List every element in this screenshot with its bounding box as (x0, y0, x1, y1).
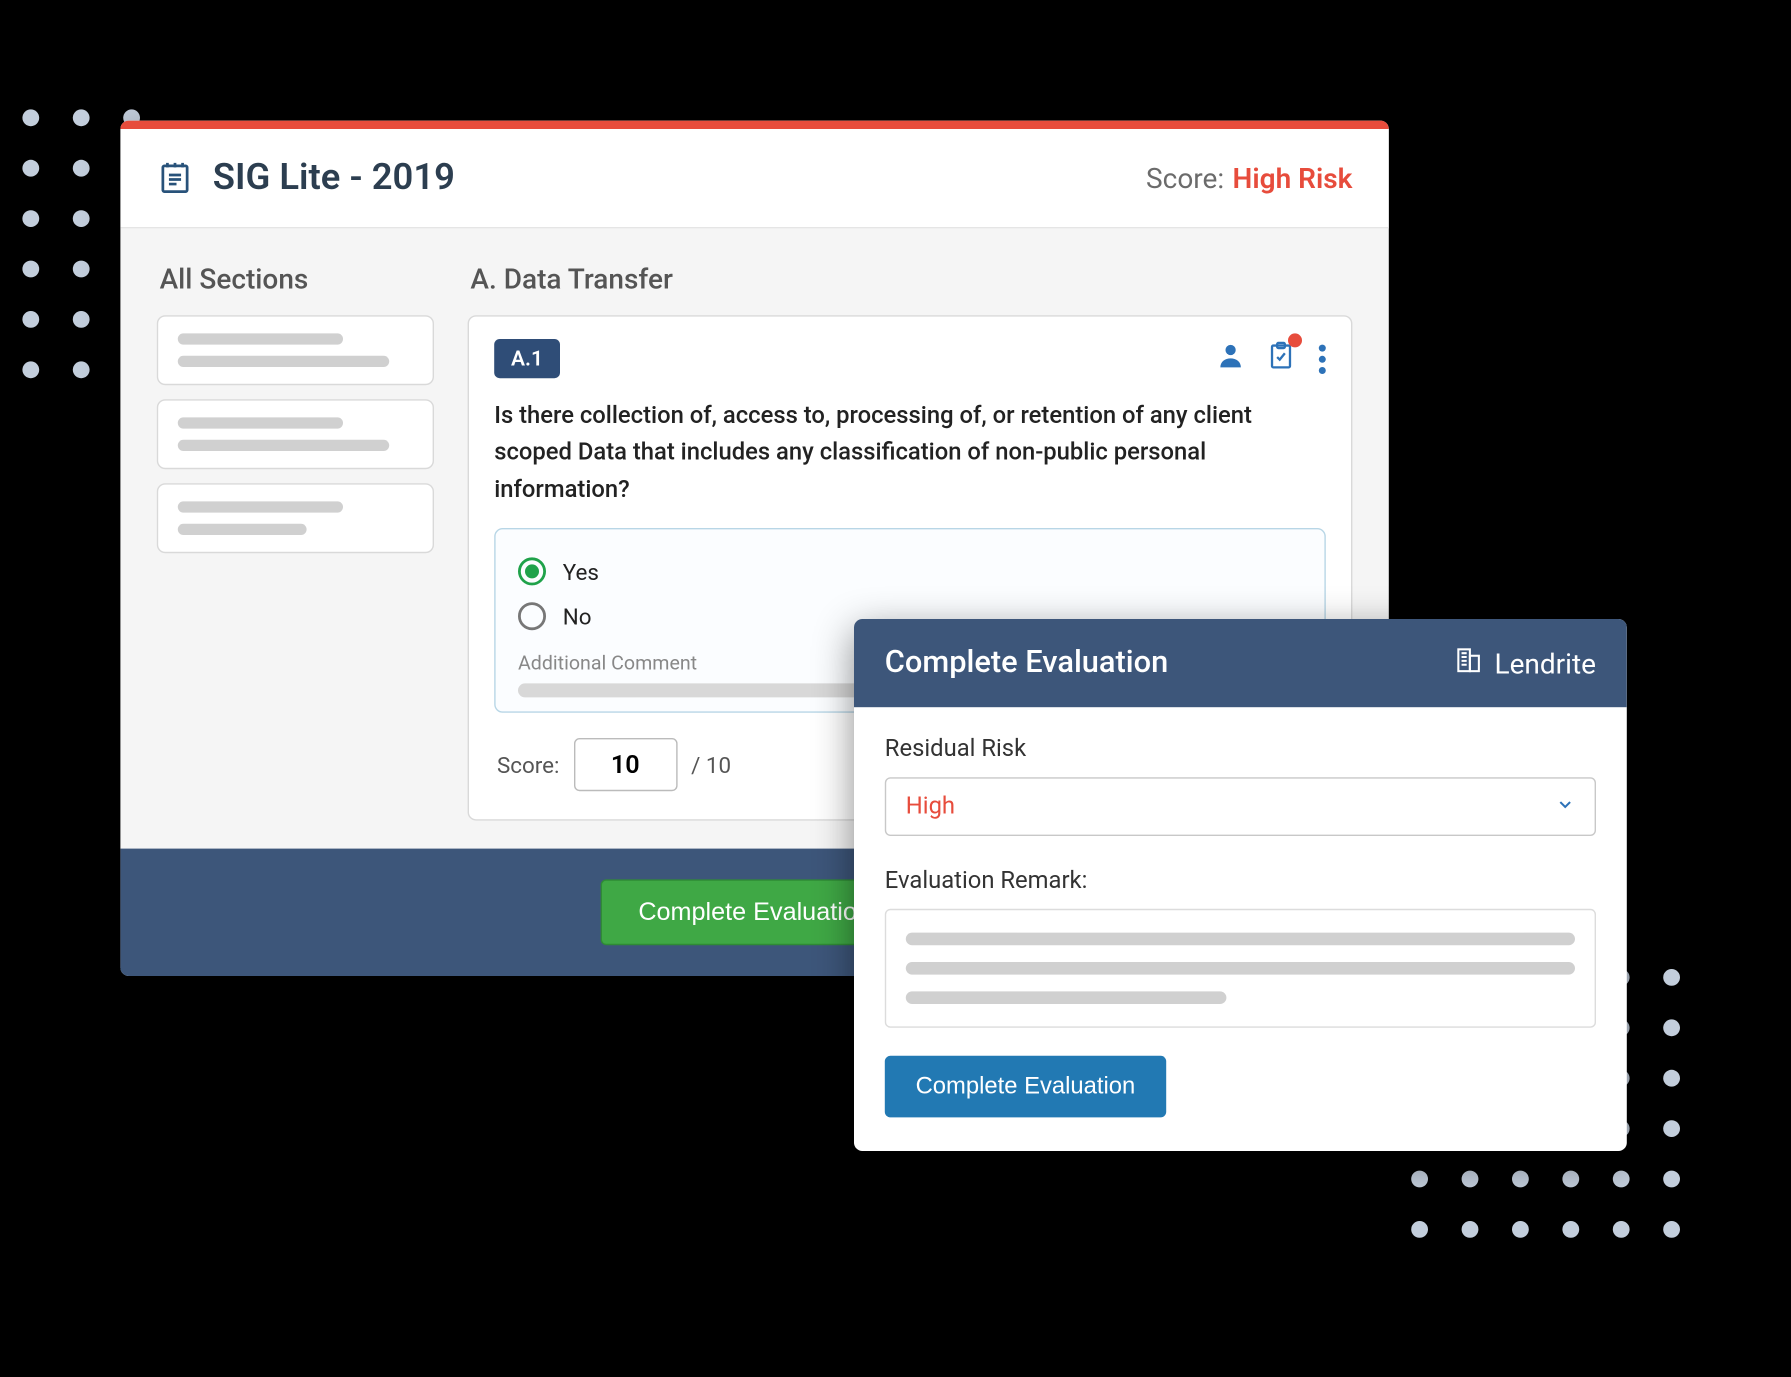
clipboard-check-icon[interactable] (1265, 339, 1296, 378)
assessment-title: SIG Lite - 2019 (212, 157, 1145, 199)
sections-sidebar: All Sections (156, 262, 433, 821)
question-tag: A.1 (494, 339, 560, 378)
modal-complete-button[interactable]: Complete Evaluation (884, 1055, 1165, 1117)
question-score-max: / 10 (691, 751, 731, 778)
vendor-name: Lendrite (1494, 646, 1596, 680)
question-text: Is there collection of, access to, proce… (494, 397, 1326, 508)
question-menu-icon[interactable] (1318, 343, 1325, 372)
answer-option-label: No (562, 602, 591, 629)
assignee-icon[interactable] (1215, 340, 1246, 376)
vendor-brand: Lendrite (1452, 644, 1596, 682)
notepad-icon (156, 159, 192, 195)
evaluation-remark-input[interactable] (884, 908, 1595, 1027)
residual-risk-value: High (905, 792, 954, 820)
answer-option-label: Yes (562, 558, 598, 585)
modal-title: Complete Evaluation (884, 645, 1452, 680)
residual-risk-label: Residual Risk (884, 735, 1595, 763)
residual-risk-select[interactable]: High (884, 777, 1595, 836)
section-item[interactable] (156, 315, 433, 385)
question-score-input[interactable]: 10 (573, 738, 677, 791)
question-score-label: Score: (497, 751, 559, 778)
complete-evaluation-modal: Complete Evaluation Lendrite Residual Ri… (854, 619, 1627, 1151)
sidebar-heading: All Sections (156, 262, 433, 296)
score-label: Score: (1146, 161, 1224, 195)
evaluation-remark-label: Evaluation Remark: (884, 866, 1595, 894)
radio-icon (518, 602, 546, 630)
building-icon (1452, 644, 1483, 682)
notification-dot (1288, 333, 1302, 347)
radio-icon (518, 557, 546, 585)
panel-header: SIG Lite - 2019 Score: High Risk (120, 129, 1388, 228)
panel-top-accent (120, 120, 1388, 128)
answer-option-yes[interactable]: Yes (518, 549, 1302, 594)
score-value: High Risk (1232, 161, 1352, 195)
section-item[interactable] (156, 483, 433, 553)
modal-header: Complete Evaluation Lendrite (854, 619, 1627, 707)
chevron-down-icon (1555, 793, 1575, 820)
question-section-heading: A. Data Transfer (467, 262, 1352, 296)
section-item[interactable] (156, 399, 433, 469)
